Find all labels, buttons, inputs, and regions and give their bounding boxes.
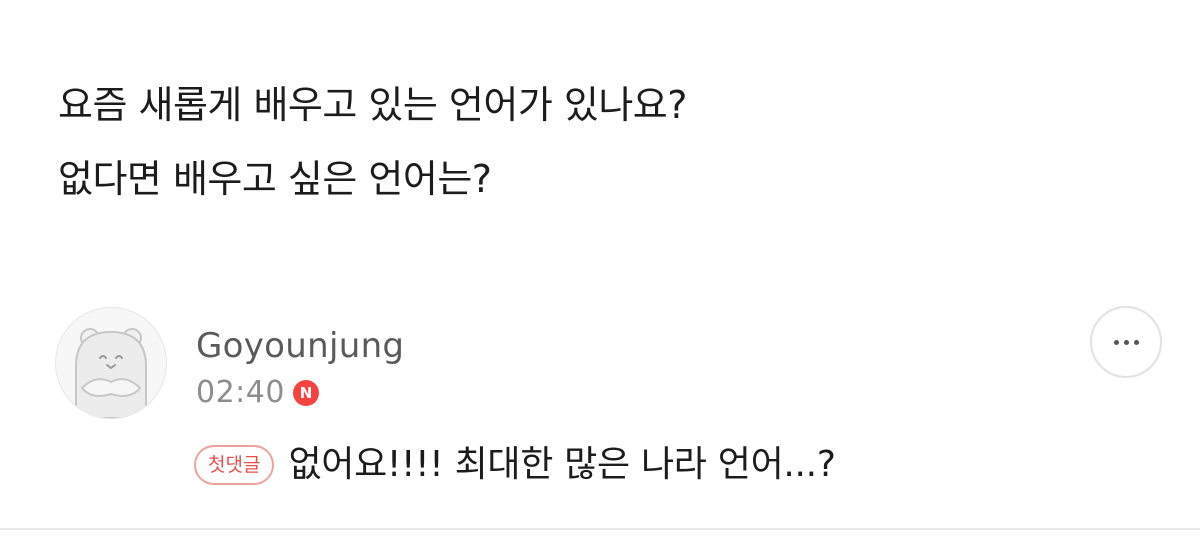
question-title: 요즘 새롭게 배우고 있는 언어가 있나요? 없다면 배우고 싶은 언어는? (58, 68, 687, 216)
more-options-button[interactable] (1090, 306, 1162, 378)
comment-text: 없어요!!!! 최대한 많은 나라 언어...? (288, 444, 836, 485)
question-line-2: 없다면 배우고 싶은 언어는? (58, 157, 492, 201)
comment-meta: 02:40 N (196, 371, 319, 415)
hamster-avatar-icon (75, 328, 147, 418)
comment-author[interactable]: Goyounjung (196, 324, 404, 368)
comment-time: 02:40 (196, 375, 285, 410)
bottom-divider (0, 528, 1200, 530)
avatar[interactable] (55, 307, 167, 419)
comment-body: 첫댓글 없어요!!!! 최대한 많은 나라 언어...? (194, 440, 836, 490)
question-line-1: 요즘 새롭게 배우고 있는 언어가 있나요? (58, 83, 687, 127)
new-badge: N (292, 380, 319, 406)
first-comment-tag: 첫댓글 (194, 445, 275, 485)
more-dots-icon (1113, 339, 1139, 345)
